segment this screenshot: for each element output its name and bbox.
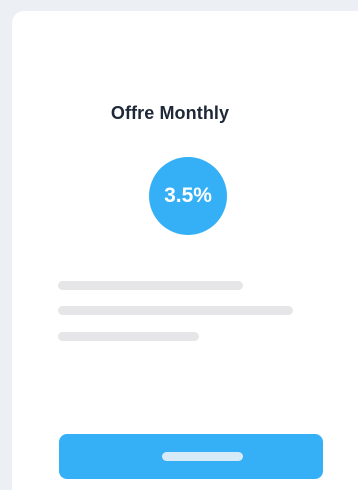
button-label-placeholder xyxy=(162,452,243,461)
offer-card: Offre Monthly 3.5% xyxy=(12,11,358,490)
rate-value: 3.5% xyxy=(164,184,212,207)
description-placeholder-line-3 xyxy=(58,332,199,341)
rate-badge: 3.5% xyxy=(149,157,227,235)
description-placeholder-line-2 xyxy=(58,306,293,315)
subscribe-button[interactable] xyxy=(59,434,323,479)
offer-title: Offre Monthly xyxy=(110,103,230,123)
description-placeholder-line-1 xyxy=(58,281,243,290)
